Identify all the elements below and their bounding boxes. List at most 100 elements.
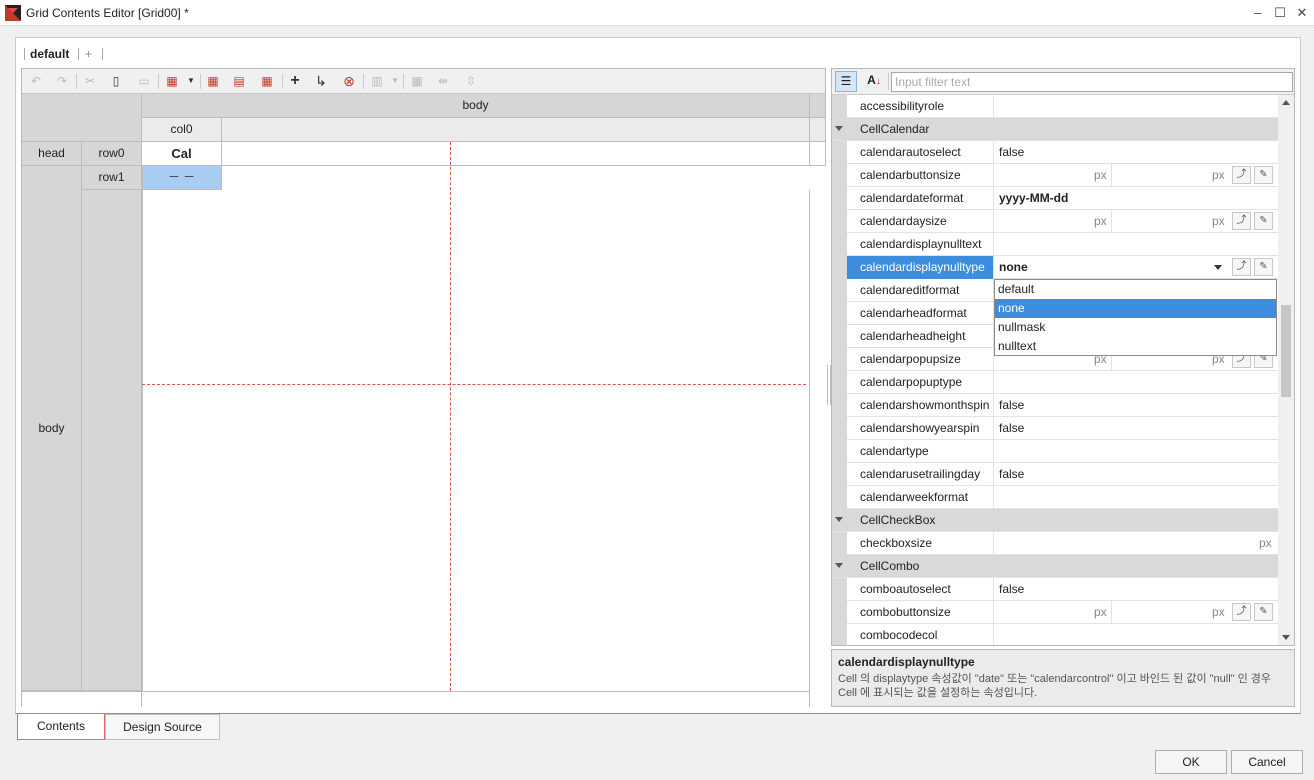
collapse-arrow-icon[interactable]: [835, 517, 843, 522]
redo-icon[interactable]: ↷: [53, 72, 71, 90]
merge-icon[interactable]: ▥: [368, 72, 386, 90]
scroll-down-icon[interactable]: [1282, 635, 1290, 640]
edit-icon[interactable]: ✎: [1254, 212, 1273, 230]
property-value[interactable]: [994, 371, 1278, 394]
minimize-button[interactable]: ‒: [1248, 4, 1268, 22]
tab-format-default[interactable]: default: [30, 47, 69, 61]
nulltype-dropdown-list[interactable]: default none nullmask nulltext: [994, 279, 1277, 356]
property-value[interactable]: px px ⤴ ✎: [994, 210, 1278, 233]
property-value[interactable]: false: [994, 141, 1278, 164]
property-row[interactable]: checkboxsize px: [832, 532, 1278, 555]
tab-design-source[interactable]: Design Source: [105, 714, 220, 740]
chevron-down-icon[interactable]: ▼: [386, 72, 404, 90]
property-row[interactable]: calendartype: [832, 440, 1278, 463]
undo-icon[interactable]: ↶: [27, 72, 45, 90]
property-value[interactable]: false: [994, 394, 1278, 417]
split-icon[interactable]: ▦: [408, 72, 426, 90]
property-row[interactable]: comboautoselect false: [832, 578, 1278, 601]
link-icon[interactable]: ⤴: [1232, 603, 1251, 621]
property-value[interactable]: false: [994, 417, 1278, 440]
scroll-up-icon[interactable]: [1282, 100, 1290, 105]
paste-icon[interactable]: ▭: [135, 72, 153, 90]
property-row[interactable]: calendarpopuptype: [832, 371, 1278, 394]
property-row[interactable]: calendardaysize px px ⤴ ✎: [832, 210, 1278, 233]
property-value[interactable]: yyyy-MM-dd: [994, 187, 1278, 210]
horizontal-scrollbar[interactable]: [142, 691, 810, 707]
dropdown-option-nullmask[interactable]: nullmask: [995, 318, 1276, 337]
row-header-row0[interactable]: row0: [82, 142, 142, 166]
column-header-col0[interactable]: col0: [142, 118, 222, 142]
add-format-tab-button[interactable]: +: [85, 47, 92, 61]
property-row[interactable]: combocodecol: [832, 624, 1278, 645]
property-filter-input[interactable]: [891, 72, 1293, 92]
head-cell-cal[interactable]: Cal: [142, 142, 222, 166]
property-value[interactable]: [994, 233, 1278, 256]
dropdown-option-default[interactable]: default: [995, 280, 1276, 299]
property-value[interactable]: px px ⤴ ✎: [994, 601, 1278, 624]
grid-canvas[interactable]: body col0 head row0 Cal body row1 － －: [22, 94, 827, 707]
category-row-cellcheckbox[interactable]: CellCheckBox: [832, 509, 1278, 532]
cancel-button[interactable]: Cancel: [1231, 750, 1303, 774]
chevron-down-icon[interactable]: [1214, 265, 1222, 270]
link-icon[interactable]: ⤴: [1232, 258, 1251, 276]
dropdown-option-none[interactable]: none: [995, 299, 1276, 318]
category-row-cellcalendar[interactable]: CellCalendar: [832, 118, 1278, 141]
tab-contents[interactable]: Contents: [17, 714, 105, 740]
sort-alpha-icon[interactable]: A↓: [863, 71, 885, 92]
row-size-icon[interactable]: ⇳: [462, 72, 480, 90]
cut-icon[interactable]: ✂: [81, 72, 99, 90]
collapse-arrow-icon[interactable]: [835, 126, 843, 131]
property-row[interactable]: calendardateformat yyyy-MM-dd: [832, 187, 1278, 210]
close-button[interactable]: ✕: [1292, 4, 1312, 22]
edit-icon[interactable]: ✎: [1254, 258, 1273, 276]
band-head-label[interactable]: head: [22, 142, 82, 166]
add-band-icon[interactable]: ▤: [230, 72, 248, 90]
property-value[interactable]: [994, 440, 1278, 463]
add-column-icon[interactable]: ▦: [204, 72, 222, 90]
link-icon[interactable]: ⤴: [1232, 166, 1251, 184]
col-size-icon[interactable]: ⇹: [434, 72, 452, 90]
property-row[interactable]: calendarusetrailingday false: [832, 463, 1278, 486]
property-value[interactable]: false: [994, 463, 1278, 486]
row-gutter: [832, 578, 847, 601]
ok-button[interactable]: OK: [1155, 750, 1227, 774]
property-value[interactable]: false: [994, 578, 1278, 601]
edit-icon[interactable]: ✎: [1254, 603, 1273, 621]
format-icon[interactable]: ▦: [163, 72, 181, 90]
band-body-label[interactable]: body: [22, 166, 82, 691]
scroll-thumb[interactable]: [1281, 305, 1291, 397]
property-row[interactable]: calendardisplaynulltext: [832, 233, 1278, 256]
property-value[interactable]: px: [994, 532, 1278, 555]
property-row[interactable]: combobuttonsize px px ⤴ ✎: [832, 601, 1278, 624]
property-scrollbar[interactable]: [1278, 95, 1294, 645]
category-row-cellcombo[interactable]: CellCombo: [832, 555, 1278, 578]
row-header-row1[interactable]: row1: [82, 166, 142, 190]
property-value[interactable]: [994, 624, 1278, 645]
add-icon[interactable]: +: [286, 72, 304, 90]
maximize-button[interactable]: ☐: [1270, 4, 1290, 22]
property-row[interactable]: accessibilityrole: [832, 95, 1278, 118]
link-icon[interactable]: ⤴: [1232, 212, 1251, 230]
property-row[interactable]: calendarbuttonsize px px ⤴ ✎: [832, 164, 1278, 187]
dropdown-option-nulltext[interactable]: nulltext: [995, 337, 1276, 356]
property-value[interactable]: px px ⤴ ✎: [994, 164, 1278, 187]
property-row[interactable]: calendarshowmonthspin false: [832, 394, 1278, 417]
band-header-body[interactable]: body: [142, 94, 810, 118]
edit-icon[interactable]: ✎: [1254, 166, 1273, 184]
property-row[interactable]: calendarweekformat: [832, 486, 1278, 509]
chevron-down-icon[interactable]: ▼: [182, 72, 200, 90]
copy-icon[interactable]: ▯: [107, 72, 125, 90]
property-row[interactable]: calendarautoselect false: [832, 141, 1278, 164]
categorized-view-icon[interactable]: ☰: [835, 71, 857, 92]
delete-icon[interactable]: ⊗: [340, 72, 358, 90]
collapse-arrow-icon[interactable]: [835, 563, 843, 568]
property-row[interactable]: calendarshowyearspin false: [832, 417, 1278, 440]
property-row-selected[interactable]: calendardisplaynulltype none ⤴ ✎: [832, 256, 1278, 279]
property-value[interactable]: [994, 95, 1278, 118]
add-row-icon[interactable]: ▦: [258, 72, 276, 90]
insert-icon[interactable]: ↳: [312, 72, 330, 90]
body-cell-selected[interactable]: － －: [142, 166, 222, 190]
property-value-combo[interactable]: none ⤴ ✎: [994, 256, 1278, 279]
property-value[interactable]: [994, 486, 1278, 509]
combo-value[interactable]: none: [999, 260, 1028, 274]
